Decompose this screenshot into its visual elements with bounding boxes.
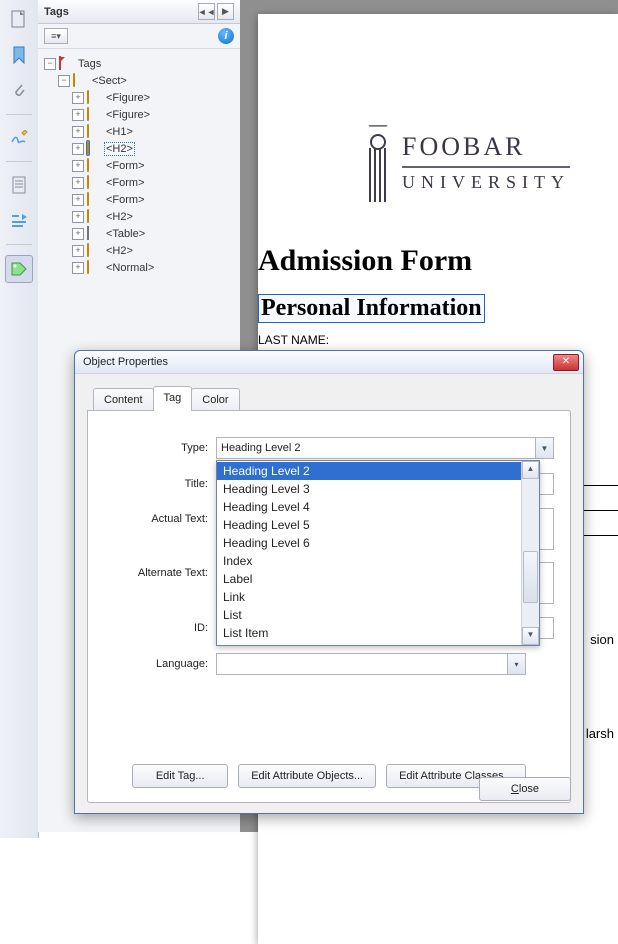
tags-panel-subheader: ≡▾ i [38, 24, 240, 49]
object-properties-dialog: Object Properties ✕ Content Tag Color Ty… [74, 350, 584, 814]
tag-icon [87, 159, 101, 172]
close-button[interactable]: Close [479, 777, 571, 801]
tag-icon [87, 244, 101, 257]
tree-node[interactable]: +<Form> [44, 157, 236, 174]
bookmarks-button[interactable] [6, 42, 32, 68]
tree-node-label[interactable]: <Figure> [104, 92, 152, 104]
table-icon [87, 227, 101, 240]
tag-icon [87, 193, 101, 206]
dropdown-option[interactable]: Heading Level 4 [217, 498, 521, 516]
dropdown-option[interactable]: Index [217, 552, 521, 570]
tree-node-label[interactable]: <Form> [104, 160, 147, 172]
tags-panel-title: Tags [44, 6, 196, 18]
type-value: Heading Level 2 [221, 442, 301, 454]
tags-panel-header: Tags ◄◄ ▶ [38, 0, 240, 24]
tree-node[interactable]: +<Form> [44, 174, 236, 191]
logo-text-bottom: UNIVERSITY [402, 172, 570, 193]
doc-cut-text-1: sion [590, 632, 614, 647]
tag-icon [87, 91, 101, 104]
tree-node-label[interactable]: <H1> [104, 126, 135, 138]
university-logo: FOOBAR UNIVERSITY [362, 124, 570, 202]
tree-node[interactable]: +<H2> [44, 208, 236, 225]
tree-node[interactable]: +<Figure> [44, 89, 236, 106]
tree-node-label[interactable]: <Normal> [104, 262, 156, 274]
tag-icon [87, 210, 101, 223]
tree-node[interactable]: +<Figure> [44, 106, 236, 123]
tags-panel-button[interactable] [5, 255, 33, 283]
info-icon[interactable]: i [218, 28, 234, 44]
dialog-tabpane: Type: Heading Level 2 ▼ Title: Actual Te… [87, 410, 571, 803]
scroll-down-icon[interactable]: ▼ [522, 627, 539, 645]
dropdown-option[interactable]: Link [217, 588, 521, 606]
tree-root-label[interactable]: Tags [76, 58, 103, 70]
order-panel-button[interactable] [6, 208, 32, 234]
tab-tag[interactable]: Tag [153, 386, 193, 411]
tree-node[interactable]: +<H1> [44, 123, 236, 140]
dropdown-option[interactable]: Heading Level 3 [217, 480, 521, 498]
close-icon[interactable]: ✕ [553, 354, 579, 371]
language-label: Language: [104, 658, 216, 670]
tag-icon [87, 142, 101, 155]
tag-icon [87, 176, 101, 189]
logo-text-top: FOOBAR [402, 134, 570, 160]
dropdown-option[interactable]: Label [217, 570, 521, 588]
dropdown-option[interactable]: List [217, 606, 521, 624]
tree-node-label[interactable]: <H2> [104, 211, 135, 223]
tree-node-label[interactable]: <Form> [104, 194, 147, 206]
tree-node-label[interactable]: <Table> [104, 228, 147, 240]
tree-node[interactable]: +<Form> [44, 191, 236, 208]
actual-text-label: Actual Text: [104, 509, 216, 525]
tree-node[interactable]: +<Table> [44, 225, 236, 242]
attachments-button[interactable] [6, 78, 32, 104]
panel-prev-button[interactable]: ◄◄ [198, 3, 215, 20]
scroll-thumb[interactable] [523, 551, 538, 603]
edit-attribute-objects-button[interactable]: Edit Attribute Objects... [238, 764, 376, 788]
tree-node-label[interactable]: <H2> [104, 142, 135, 156]
dropdown-scrollbar[interactable]: ▲ ▼ [521, 461, 539, 645]
side-toolbar [0, 0, 39, 838]
doc-h2-selected: Personal Information [258, 294, 485, 323]
page-panel-button[interactable] [6, 172, 32, 198]
tree-node[interactable]: +<H2> [44, 140, 236, 157]
tags-tree[interactable]: − Tags − <Sect> +<Figure>+<Figure>+<H1>+… [38, 49, 240, 282]
language-combobox[interactable]: ▾ [216, 653, 526, 675]
tree-node[interactable]: +<Normal> [44, 259, 236, 276]
id-label: ID: [104, 622, 216, 634]
tree-sect-label[interactable]: <Sect> [90, 75, 129, 87]
page-thumbnails-button[interactable] [6, 6, 32, 32]
tag-icon [87, 125, 101, 138]
type-dropdown-list[interactable]: Heading Level 2Heading Level 3Heading Le… [216, 460, 540, 646]
alternate-text-label: Alternate Text: [104, 563, 216, 579]
tags-options-menu[interactable]: ≡▾ [44, 28, 68, 44]
tree-node[interactable]: +<H2> [44, 242, 236, 259]
tag-icon [87, 261, 101, 274]
title-label: Title: [104, 478, 216, 490]
tag-icon [87, 108, 101, 121]
tree-node-label[interactable]: <Figure> [104, 109, 152, 121]
dropdown-option[interactable]: Heading Level 5 [217, 516, 521, 534]
edit-tag-button[interactable]: Edit Tag... [132, 764, 228, 788]
chevron-down-icon[interactable]: ▾ [507, 654, 525, 674]
type-label: Type: [104, 442, 216, 454]
doc-field-lastname: LAST NAME: [258, 333, 618, 347]
dropdown-option[interactable]: Heading Level 2 [217, 462, 521, 480]
tab-content[interactable]: Content [93, 388, 154, 411]
tree-node-label[interactable]: <Form> [104, 177, 147, 189]
signatures-button[interactable] [6, 125, 32, 151]
dropdown-option[interactable]: List Item [217, 624, 521, 642]
doc-h1: Admission Form [258, 244, 618, 278]
dialog-title: Object Properties [83, 356, 553, 368]
dropdown-option[interactable]: Heading Level 6 [217, 534, 521, 552]
dialog-titlebar[interactable]: Object Properties ✕ [75, 351, 583, 374]
dialog-tabstrip: Content Tag Color [93, 387, 571, 411]
scroll-up-icon[interactable]: ▲ [522, 461, 539, 479]
logo-mark-icon [362, 124, 390, 202]
type-combobox[interactable]: Heading Level 2 ▼ [216, 437, 554, 459]
panel-next-button[interactable]: ▶ [217, 3, 234, 20]
chevron-down-icon[interactable]: ▼ [535, 438, 553, 458]
tree-node-label[interactable]: <H2> [104, 245, 135, 257]
tab-color[interactable]: Color [191, 388, 239, 411]
doc-cut-text-2: larsh [586, 726, 614, 741]
